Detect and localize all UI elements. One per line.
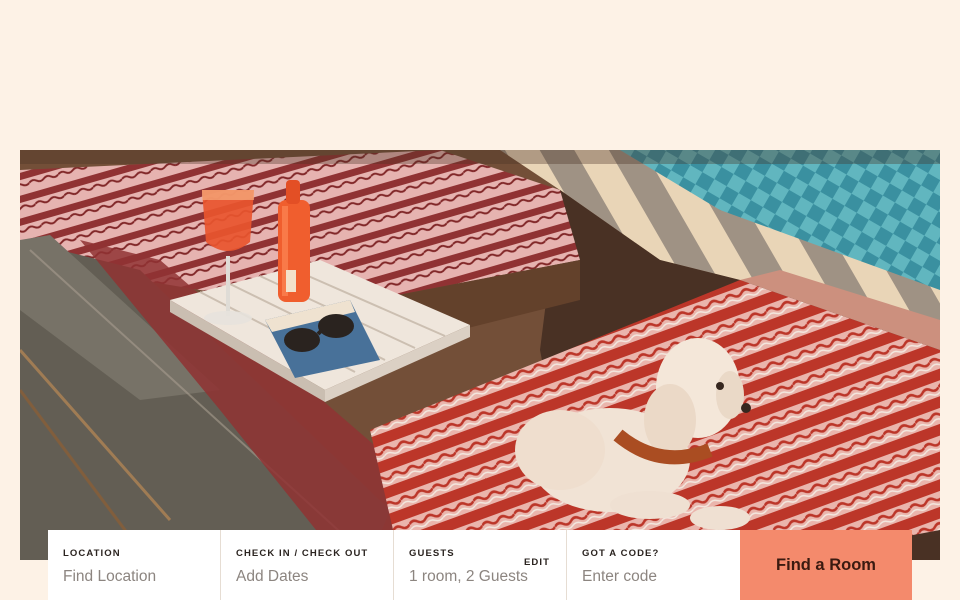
dates-value[interactable]: Add Dates	[236, 568, 379, 586]
promo-code-input[interactable]	[582, 568, 727, 586]
guests-field[interactable]: GUESTS EDIT 1 room, 2 Guests	[394, 530, 567, 600]
booking-bar: LOCATION CHECK IN / CHECK OUT Add Dates …	[48, 530, 912, 600]
hero-image	[20, 150, 940, 560]
guests-value[interactable]: 1 room, 2 Guests	[409, 568, 552, 586]
find-room-button[interactable]: Find a Room	[740, 530, 912, 600]
dates-label: CHECK IN / CHECK OUT	[236, 548, 369, 559]
promo-code-label: GOT A CODE?	[582, 548, 660, 559]
location-field[interactable]: LOCATION	[48, 530, 221, 600]
location-input[interactable]	[63, 568, 208, 586]
promo-code-field[interactable]: GOT A CODE?	[567, 530, 740, 600]
dates-field[interactable]: CHECK IN / CHECK OUT Add Dates	[221, 530, 394, 600]
location-label: LOCATION	[63, 548, 121, 559]
guests-edit-link[interactable]: EDIT	[524, 557, 550, 568]
